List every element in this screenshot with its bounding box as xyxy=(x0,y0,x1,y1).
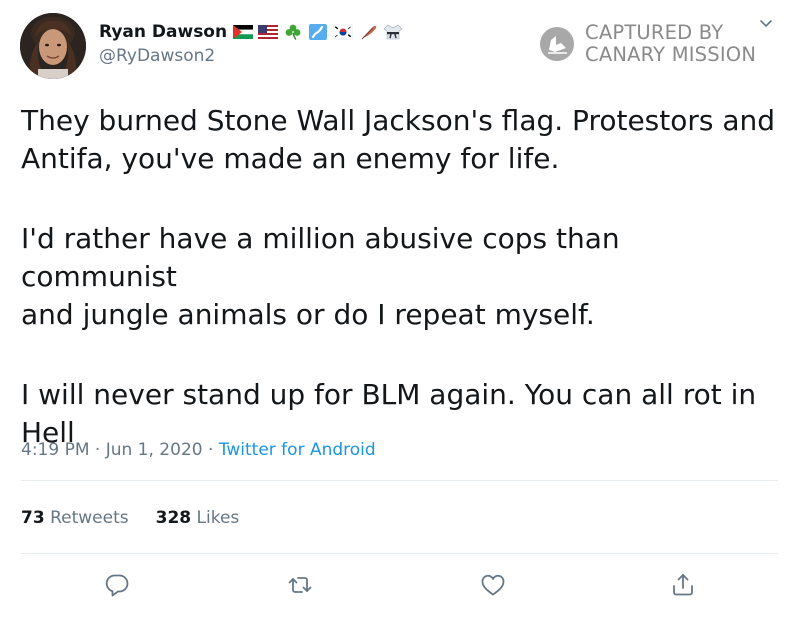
likes-stat[interactable]: 328 Likes xyxy=(156,508,240,528)
feather-icon xyxy=(361,25,377,40)
retweets-count: 73 xyxy=(21,508,45,528)
flag-south-korea-icon xyxy=(333,24,354,40)
avatar-image xyxy=(20,13,86,79)
author-row: Ryan Dawson xyxy=(99,20,403,44)
tweet-source-link[interactable]: Twitter for Android xyxy=(219,440,376,460)
tweet-paragraph: They burned Stone Wall Jackson's flag. P… xyxy=(21,104,776,175)
watermark-text: CAPTURED BY CANARY MISSION xyxy=(585,22,756,66)
meta-separator: · xyxy=(94,440,101,460)
retweet-icon xyxy=(288,577,312,593)
tweet-text: They burned Stone Wall Jackson's flag. P… xyxy=(21,102,781,452)
canary-mission-logo-icon xyxy=(540,27,574,61)
like-button[interactable] xyxy=(479,571,507,599)
tweet-meta: 4:19 PM · Jun 1, 2020 · Twitter for Andr… xyxy=(21,440,376,460)
divider xyxy=(21,553,778,554)
shamrock-icon xyxy=(285,24,301,40)
share-button[interactable] xyxy=(669,571,697,599)
author-handle[interactable]: @RyDawson2 xyxy=(99,46,215,66)
retweets-label: Retweets xyxy=(50,508,129,528)
author-display-name[interactable]: Ryan Dawson xyxy=(99,22,227,42)
flag-palestine-icon xyxy=(233,25,254,39)
likes-count: 328 xyxy=(155,508,192,528)
like-icon xyxy=(481,574,505,596)
share-icon xyxy=(673,574,693,596)
divider xyxy=(21,480,778,481)
martial-arts-uniform-icon xyxy=(383,24,403,40)
flag-usa-icon xyxy=(258,25,279,39)
tweet-action-bar xyxy=(0,571,800,601)
watermark-line-1: CAPTURED BY xyxy=(585,21,724,44)
tweet-paragraph: I'd rather have a million abusive cops t… xyxy=(21,222,620,331)
retweet-button[interactable] xyxy=(286,571,314,599)
likes-label: Likes xyxy=(196,508,240,528)
canary-mission-watermark: CAPTURED BY CANARY MISSION xyxy=(539,22,756,66)
flag-japan-map-icon xyxy=(309,24,328,40)
chevron-down-icon[interactable] xyxy=(758,18,774,30)
author-emoji-row xyxy=(233,24,403,40)
tweet-stats: 73 Retweets 328 Likes xyxy=(21,508,239,528)
tweet-date[interactable]: Jun 1, 2020 xyxy=(106,440,203,460)
tweet-time[interactable]: 4:19 PM xyxy=(21,440,90,460)
reply-icon xyxy=(105,574,129,597)
retweets-stat[interactable]: 73 Retweets xyxy=(21,508,129,528)
reply-button[interactable] xyxy=(103,571,131,599)
avatar[interactable] xyxy=(20,13,86,79)
meta-separator: · xyxy=(207,440,214,460)
watermark-line-2: CANARY MISSION xyxy=(585,43,757,66)
